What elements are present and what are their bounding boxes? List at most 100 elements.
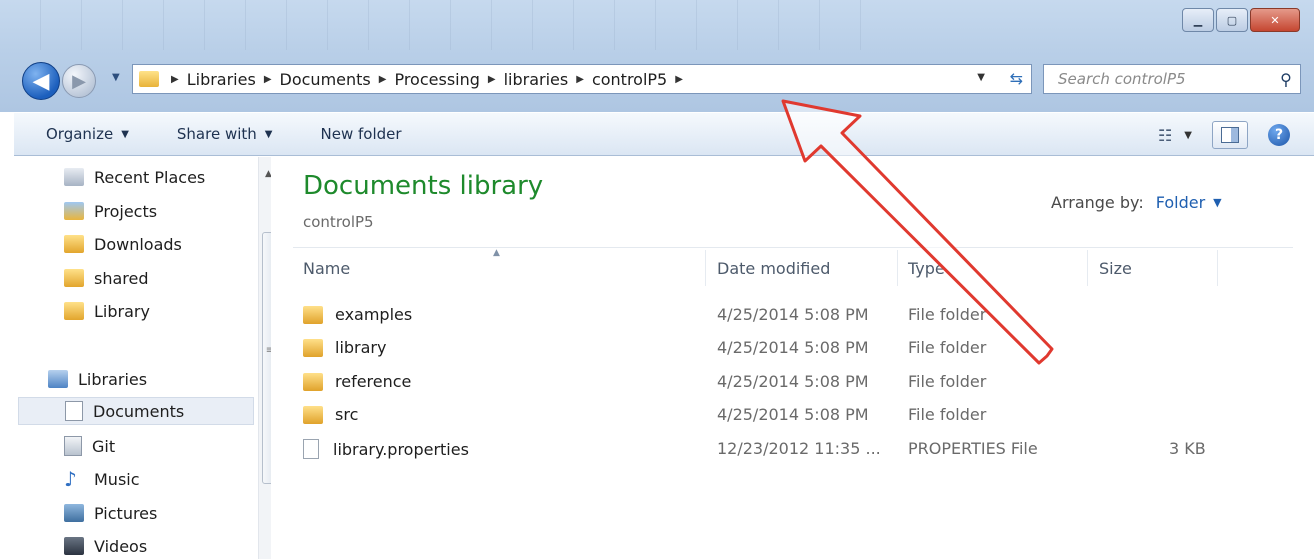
minimize-button[interactable]: ▁: [1182, 8, 1214, 32]
organize-label: Organize: [46, 125, 114, 143]
library-title: Documents library: [303, 171, 544, 201]
file-name-cell: examples: [303, 305, 412, 324]
date-modified-cell: 4/25/2014 5:08 PM: [717, 405, 869, 424]
search-box: ⚲: [1043, 64, 1301, 94]
recent-pages-dropdown[interactable]: ▼: [112, 72, 120, 83]
table-row[interactable]: library.properties 12/23/2012 11:35 ... …: [293, 435, 1293, 463]
nav-item-videos[interactable]: Videos: [64, 532, 147, 560]
nav-item-git[interactable]: Git: [64, 432, 115, 460]
window-controls: ▁ ▢ ✕: [1182, 8, 1300, 32]
nav-item-recent-places[interactable]: Recent Places: [64, 163, 205, 191]
document-file-icon: [303, 439, 319, 459]
nav-item-downloads[interactable]: Downloads: [64, 230, 182, 258]
folder-icon: [64, 269, 84, 287]
column-name[interactable]: Name: [303, 259, 350, 278]
new-folder-button[interactable]: New folder: [321, 125, 402, 143]
nav-item-label: Library: [94, 301, 150, 321]
breadcrumb-libraries[interactable]: Libraries: [187, 70, 256, 89]
table-row[interactable]: src 4/25/2014 5:08 PM File folder: [293, 401, 1293, 429]
breadcrumb-separator-icon[interactable]: ▶: [379, 74, 387, 85]
column-size[interactable]: Size: [1099, 259, 1132, 278]
column-date-modified[interactable]: Date modified: [717, 259, 830, 278]
maximize-button[interactable]: ▢: [1216, 8, 1248, 32]
arrange-by-value[interactable]: Folder: [1156, 193, 1205, 212]
close-button[interactable]: ✕: [1250, 8, 1300, 32]
recent-places-icon: [64, 168, 84, 186]
search-input[interactable]: [1056, 69, 1272, 89]
forward-arrow-icon: ▶: [72, 70, 86, 92]
file-name-cell: library.properties: [303, 439, 469, 459]
folder-icon: [139, 71, 159, 87]
breadcrumb-controlp5[interactable]: controlP5: [592, 70, 667, 89]
column-type[interactable]: Type: [908, 259, 945, 278]
folder-icon: [303, 305, 323, 324]
breadcrumb-processing[interactable]: Processing: [394, 70, 479, 89]
nav-item-documents[interactable]: Documents: [18, 397, 254, 425]
change-view-icon[interactable]: ☷: [1158, 126, 1172, 145]
nav-item-label: Libraries: [78, 369, 148, 389]
date-modified-cell: 4/25/2014 5:08 PM: [717, 305, 869, 324]
nav-item-projects[interactable]: Projects: [64, 197, 157, 225]
address-bar[interactable]: ▶ Libraries ▶ Documents ▶ Processing ▶ l…: [132, 64, 1032, 94]
chevron-down-icon: ▼: [121, 128, 129, 140]
nav-item-shared[interactable]: shared: [64, 264, 149, 292]
arrange-by: Arrange by: Folder ▼: [1051, 193, 1222, 212]
organize-button[interactable]: Organize ▼: [46, 125, 129, 143]
table-row[interactable]: library 4/25/2014 5:08 PM File folder: [293, 334, 1293, 362]
file-list-pane: Documents library controlP5 Arrange by: …: [271, 157, 1314, 559]
type-cell: PROPERTIES File: [908, 439, 1038, 458]
column-divider[interactable]: [897, 250, 898, 286]
folder-icon: [303, 372, 323, 391]
breadcrumb-libraries-folder[interactable]: libraries: [504, 70, 569, 89]
file-name-cell: reference: [303, 372, 411, 391]
videos-icon: [64, 537, 84, 555]
command-toolbar: Organize ▼ Share with ▼ New folder ☷ ▼ ?: [14, 112, 1314, 156]
back-button[interactable]: ◀: [22, 62, 60, 100]
breadcrumb-separator-icon[interactable]: ▶: [171, 74, 179, 85]
nav-item-music[interactable]: ♪ Music: [64, 465, 140, 493]
nav-item-label: Documents: [93, 401, 185, 421]
nav-item-pictures[interactable]: Pictures: [64, 499, 157, 527]
help-icon[interactable]: ?: [1268, 124, 1290, 146]
type-cell: File folder: [908, 338, 987, 357]
type-cell: File folder: [908, 372, 987, 391]
nav-item-label: Pictures: [94, 503, 158, 523]
breadcrumb-documents[interactable]: Documents: [280, 70, 371, 89]
nav-item-label: Videos: [94, 536, 148, 556]
file-name: examples: [335, 305, 413, 324]
nav-item-libraries[interactable]: Libraries: [48, 365, 147, 393]
toolbar-right-controls: ☷ ▼ ?: [1158, 113, 1314, 157]
breadcrumb-separator-icon[interactable]: ▶: [264, 74, 272, 85]
forward-button[interactable]: ▶: [62, 64, 96, 98]
back-arrow-icon: ◀: [32, 68, 50, 94]
breadcrumb-separator-icon[interactable]: ▶: [675, 74, 683, 85]
nav-item-library[interactable]: Library: [64, 297, 150, 325]
share-with-label: Share with: [176, 125, 257, 143]
arrange-by-label: Arrange by:: [1051, 193, 1144, 212]
file-name: library.properties: [333, 439, 469, 459]
table-row[interactable]: examples 4/25/2014 5:08 PM File folder: [293, 301, 1293, 329]
new-folder-label: New folder: [320, 125, 402, 143]
downloads-folder-icon: [64, 235, 84, 253]
folder-icon: [303, 405, 323, 424]
search-icon[interactable]: ⚲: [1272, 70, 1300, 89]
chevron-down-icon[interactable]: ▼: [1213, 196, 1221, 209]
nav-item-label: Projects: [94, 201, 158, 221]
address-history-dropdown-icon[interactable]: ▼: [977, 72, 985, 83]
date-modified-cell: 4/25/2014 5:08 PM: [717, 338, 869, 357]
file-name-cell: library: [303, 338, 386, 357]
breadcrumb-separator-icon[interactable]: ▶: [488, 74, 496, 85]
share-with-button[interactable]: Share with ▼: [177, 125, 273, 143]
breadcrumb-separator-icon[interactable]: ▶: [576, 74, 584, 85]
chevron-down-icon[interactable]: ▼: [1184, 130, 1192, 141]
table-row[interactable]: reference 4/25/2014 5:08 PM File folder: [293, 368, 1293, 396]
column-divider[interactable]: [1087, 250, 1088, 286]
preview-pane-button[interactable]: [1212, 121, 1248, 149]
type-cell: File folder: [908, 305, 987, 324]
navigation-pane: Recent Places Projects Downloads shared …: [14, 157, 281, 560]
column-divider[interactable]: [705, 250, 706, 286]
refresh-icon[interactable]: ⇆: [1010, 69, 1023, 88]
column-divider[interactable]: [1217, 250, 1218, 286]
preview-pane-icon: [1221, 127, 1239, 143]
file-name: reference: [335, 372, 412, 391]
